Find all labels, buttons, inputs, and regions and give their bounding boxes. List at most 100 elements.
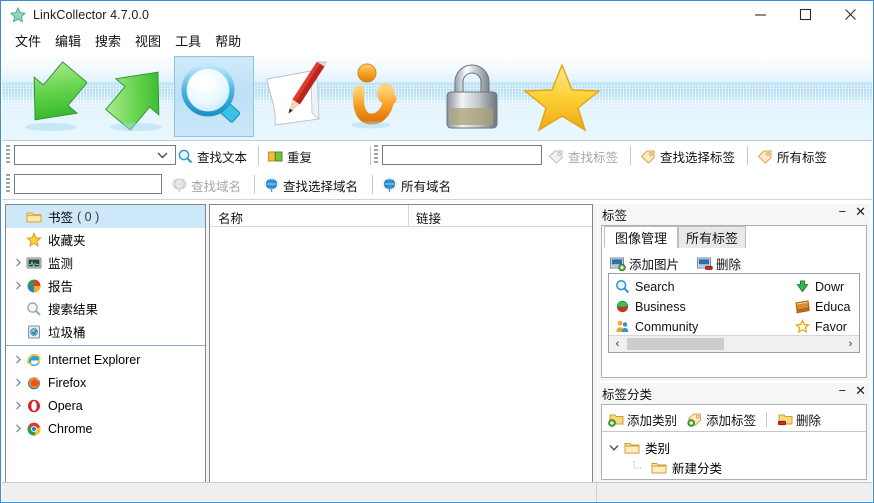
tree-label: 书签 xyxy=(48,211,74,225)
tab-all-tags[interactable]: 所有标签 xyxy=(678,226,746,248)
tag-item-search[interactable]: Search xyxy=(615,279,675,294)
menu-view[interactable]: 视图 xyxy=(128,29,168,52)
menu-help[interactable]: 帮助 xyxy=(208,29,248,52)
minimize-icon xyxy=(755,14,766,16)
add-category-button[interactable]: 添加类别 xyxy=(608,410,677,429)
menu-file[interactable]: 文件 xyxy=(8,29,48,52)
duplicate-icon xyxy=(268,151,283,161)
menu-tools[interactable]: 工具 xyxy=(168,29,208,52)
find-text-label: 查找文本 xyxy=(197,150,248,165)
column-link[interactable]: 链接 xyxy=(416,208,441,227)
tree-expander[interactable] xyxy=(10,378,26,387)
all-domains-button[interactable]: 所有域名 xyxy=(382,174,451,196)
ie-icon xyxy=(27,353,41,366)
category-tree[interactable]: 类别 新建分类 xyxy=(602,431,866,479)
tree-expander[interactable] xyxy=(10,401,26,410)
business-icon xyxy=(616,300,629,313)
find-selected-domain-button[interactable]: 查找选择域名 xyxy=(264,174,358,196)
tree-label: Internet Explorer xyxy=(48,352,141,367)
tree-label: 监测 xyxy=(48,257,74,271)
search-button[interactable] xyxy=(174,56,254,137)
find-text-button[interactable]: 查找文本 xyxy=(178,145,247,167)
tree-expander[interactable] xyxy=(10,355,26,364)
add-tag-button[interactable]: 添加标签 xyxy=(687,410,756,429)
duplicate-button[interactable]: 重复 xyxy=(268,145,312,167)
tag-item-community[interactable]: Community xyxy=(615,319,698,334)
category-root[interactable]: 类别 xyxy=(609,438,670,457)
tree-item-favorites[interactable]: 收藏夹 xyxy=(6,228,205,251)
tag-item-education[interactable]: Educa xyxy=(795,299,850,314)
tree-item-chrome[interactable]: Chrome xyxy=(6,417,205,440)
find-selected-tag-label: 查找选择标签 xyxy=(660,150,736,165)
chevron-right-icon xyxy=(15,424,21,433)
navigation-tree[interactable]: 书签 ( 0 ) 收藏夹 监测 报告 搜索结果 垃圾桶 Internet Exp… xyxy=(5,204,206,483)
scroll-right-button[interactable]: › xyxy=(842,336,859,352)
toolbar-grip-2[interactable] xyxy=(6,174,10,194)
domain-search-input[interactable] xyxy=(14,174,162,194)
scroll-left-button[interactable]: ‹ xyxy=(609,336,626,352)
menu-search[interactable]: 搜索 xyxy=(88,29,128,52)
delete-image-button[interactable]: 删除 xyxy=(697,254,741,273)
favorites-button[interactable] xyxy=(517,56,607,137)
tags-panel-close-button[interactable]: ✕ xyxy=(855,205,866,218)
tab-image-manage-label: 图像管理 xyxy=(614,230,667,246)
search-text-input[interactable] xyxy=(14,145,176,165)
tags-hscrollbar[interactable]: ‹ › xyxy=(609,335,859,352)
tag-categories-minimize-button[interactable]: − xyxy=(839,384,847,397)
find-domain-button[interactable]: 查找域名 xyxy=(172,174,241,196)
trash-icon xyxy=(28,325,40,338)
tree-item-firefox[interactable]: Firefox xyxy=(6,371,205,394)
tag-item-business[interactable]: Business xyxy=(615,299,686,314)
tree-item-internet-explorer[interactable]: Internet Explorer xyxy=(6,348,205,371)
close-icon xyxy=(845,9,856,20)
tag-item-favorites[interactable]: Favor xyxy=(795,319,847,334)
check-links-button[interactable] xyxy=(342,56,422,147)
tags-list[interactable]: Search Business Community Dowr Educa Fav… xyxy=(608,273,860,353)
tree-item-trash[interactable]: 垃圾桶 xyxy=(6,320,205,343)
delete-category-button[interactable]: 删除 xyxy=(777,410,821,429)
tag-categories-close-button[interactable]: ✕ xyxy=(855,384,866,397)
tree-item-search-results[interactable]: 搜索结果 xyxy=(6,297,205,320)
password-button[interactable] xyxy=(427,56,517,137)
tree-expander[interactable] xyxy=(10,258,26,267)
tree-item-reports[interactable]: 报告 xyxy=(6,274,205,297)
tags-panel-body: 图像管理 所有标签 添加图片 删除 Search Business Commun… xyxy=(601,225,867,378)
divider xyxy=(766,412,768,427)
minimize-button[interactable] xyxy=(738,1,783,28)
tags-panel-minimize-button[interactable]: − xyxy=(839,205,847,218)
chevron-right-icon xyxy=(15,378,21,387)
column-divider[interactable] xyxy=(408,205,409,227)
category-new[interactable]: 新建分类 xyxy=(632,458,722,477)
edit-button[interactable] xyxy=(257,56,337,137)
list-scrollbar[interactable] xyxy=(593,204,597,483)
chevron-down-icon[interactable] xyxy=(609,444,619,452)
toolbar-grip-3[interactable] xyxy=(374,145,378,165)
toolbar-grip-1[interactable] xyxy=(6,145,10,165)
column-name[interactable]: 名称 xyxy=(218,208,243,227)
tree-expander[interactable] xyxy=(10,281,26,290)
tag-label: Search xyxy=(635,279,675,294)
maximize-button[interactable] xyxy=(783,1,828,28)
hscroll-thumb[interactable] xyxy=(627,338,724,350)
tree-label: Firefox xyxy=(48,375,87,390)
export-button[interactable] xyxy=(90,56,172,137)
all-tags-button[interactable]: 所有标签 xyxy=(757,145,827,167)
menu-edit[interactable]: 编辑 xyxy=(48,29,88,52)
firefox-icon xyxy=(28,376,40,389)
find-tag-button[interactable]: 查找标签 xyxy=(548,145,618,167)
tag-search-input[interactable] xyxy=(382,145,542,165)
import-button[interactable] xyxy=(7,56,89,137)
favorite-star-icon xyxy=(795,319,810,334)
find-selected-tag-button[interactable]: 查找选择标签 xyxy=(640,145,735,167)
tag-item-download[interactable]: Dowr xyxy=(795,279,844,294)
add-image-button[interactable]: 添加图片 xyxy=(610,254,679,273)
tab-image-manage[interactable]: 图像管理 xyxy=(604,226,678,248)
tree-item-opera[interactable]: Opera xyxy=(6,394,205,417)
categories-mini-toolbar: 添加类别 添加标签 删除 xyxy=(608,410,821,429)
tree-item-bookmarks[interactable]: 书签 ( 0 ) xyxy=(6,205,205,228)
close-button[interactable] xyxy=(828,1,873,28)
link-list[interactable]: 名称 链接 xyxy=(209,204,593,483)
tree-item-monitoring[interactable]: 监测 xyxy=(6,251,205,274)
add-image-label: 添加图片 xyxy=(629,258,680,272)
tree-expander[interactable] xyxy=(10,424,26,433)
